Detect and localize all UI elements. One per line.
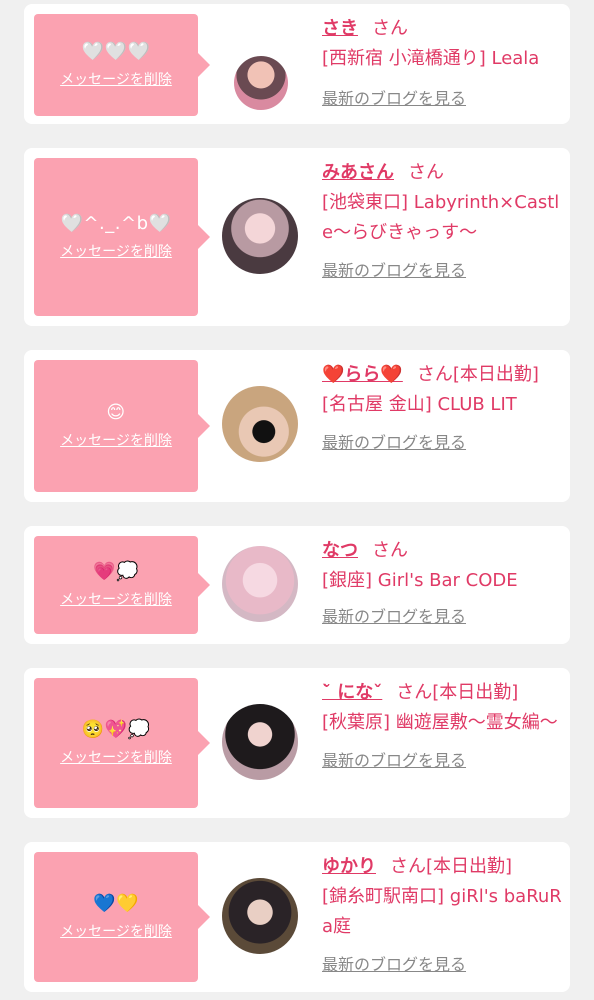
delete-message-link[interactable]: メッセージを削除 [60,589,172,609]
latest-blog-link[interactable]: 最新のブログを見る [322,88,466,110]
message-text: 🤍^._.^b🤍 [60,213,172,234]
avatar[interactable] [222,704,298,780]
message-card: 💗💭 メッセージを削除 なつ さん [銀座] Girl's Bar CODE 最新… [24,526,570,644]
name-suffix: さん[本日出勤] [416,364,539,385]
message-card: 🤍🤍🤍 メッセージを削除 さき さん [西新宿 小滝橋通り] Leala 最新のブ… [24,4,570,124]
message-text: 💙💛 [93,893,139,914]
avatar[interactable] [234,56,288,110]
name-suffix: さん [372,540,408,561]
profile-name-link[interactable]: なつ [322,540,358,561]
delete-message-link[interactable]: メッセージを削除 [60,921,172,941]
avatar[interactable] [222,386,298,462]
latest-blog-link[interactable]: 最新のブログを見る [322,432,466,454]
message-bubble: 🥺💖💭 メッセージを削除 [34,678,210,808]
shop-name: [名古屋 金山] CLUB LIT [322,394,517,415]
message-text: 🥺💖💭 [81,719,151,740]
message-bubble: 🤍^._.^b🤍 メッセージを削除 [34,158,210,316]
latest-blog-link[interactable]: 最新のブログを見る [322,750,466,772]
name-suffix: さん [372,18,408,39]
profile-name-link[interactable]: ゆかり [322,856,376,877]
profile-name-link[interactable]: ˘̀ になˇ [322,682,382,703]
message-bubble: 🤍🤍🤍 メッセージを削除 [34,14,210,116]
message-bubble: 😊 メッセージを削除 [34,360,210,492]
delete-message-link[interactable]: メッセージを削除 [60,430,172,450]
avatar[interactable] [222,546,298,622]
message-bubble: 💗💭 メッセージを削除 [34,536,210,634]
delete-message-link[interactable]: メッセージを削除 [60,241,172,261]
profile-name-link[interactable]: さき [322,18,358,39]
message-bubble: 💙💛 メッセージを削除 [34,852,210,982]
message-text: 🤍🤍🤍 [81,41,151,62]
shop-name: [池袋東口] Labyrinth×Castle〜らびきゃっす〜 [322,192,560,243]
avatar[interactable] [222,198,298,274]
message-card: 🤍^._.^b🤍 メッセージを削除 みあさん さん [池袋東口] Labyrint… [24,148,570,326]
name-suffix: さん [408,162,444,183]
avatar[interactable] [222,878,298,954]
name-suffix: さん[本日出勤] [396,682,519,703]
delete-message-link[interactable]: メッセージを削除 [60,747,172,767]
latest-blog-link[interactable]: 最新のブログを見る [322,954,466,976]
message-text: 😊 [106,402,126,423]
profile-name-link[interactable]: みあさん [322,162,394,183]
profile-name-link[interactable]: ❤️らら❤️ [322,364,403,385]
latest-blog-link[interactable]: 最新のブログを見る [322,606,466,628]
shop-name: [銀座] Girl's Bar CODE [322,570,518,591]
delete-message-link[interactable]: メッセージを削除 [60,69,172,89]
name-suffix: さん[本日出勤] [390,856,513,877]
shop-name: [西新宿 小滝橋通り] Leala [322,48,540,69]
shop-name: [秋葉原] 幽遊屋敷〜霊女編〜 [322,712,558,733]
message-card: 🥺💖💭 メッセージを削除 ˘̀ になˇ さん[本日出勤] [秋葉原] 幽遊屋敷〜霊… [24,668,570,818]
message-card: 💙💛 メッセージを削除 ゆかり さん[本日出勤] [錦糸町駅南口] giRl's … [24,842,570,992]
latest-blog-link[interactable]: 最新のブログを見る [322,260,466,282]
message-text: 💗💭 [93,561,139,582]
message-card: 😊 メッセージを削除 ❤️らら❤️ さん[本日出勤] [名古屋 金山] CLUB … [24,350,570,502]
shop-name: [錦糸町駅南口] giRl's baRuRa庭 [322,886,562,937]
